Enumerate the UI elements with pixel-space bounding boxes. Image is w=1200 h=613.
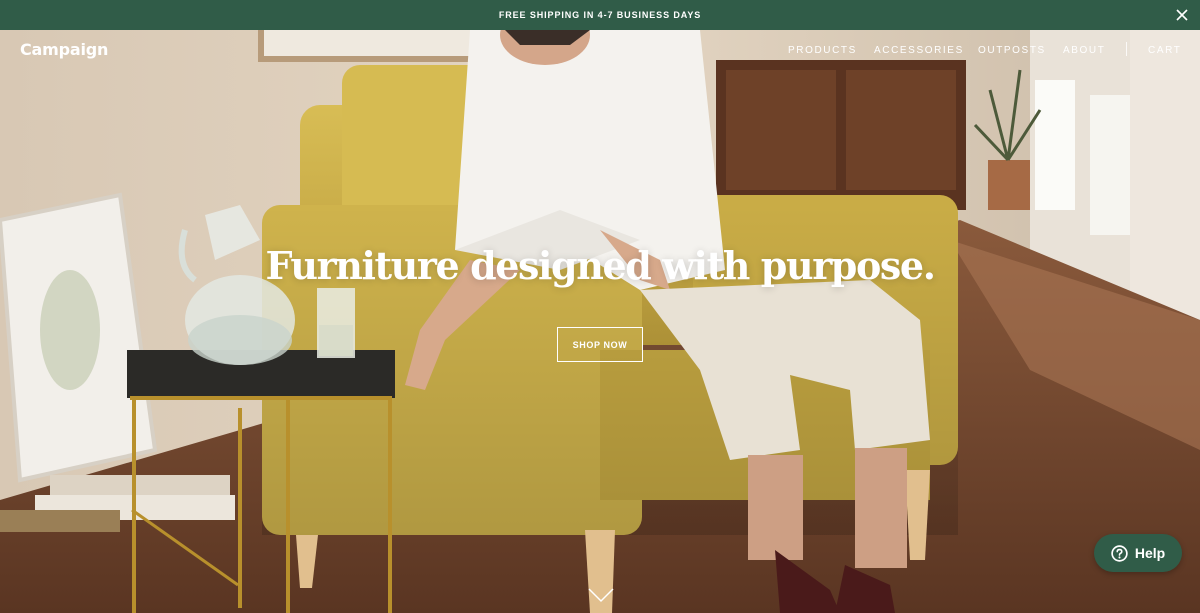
- hero-section: Campaign PRODUCTS ACCESSORIES OUTPOSTS A…: [0, 30, 1200, 613]
- announcement-bar: FREE SHIPPING IN 4-7 BUSINESS DAYS: [0, 0, 1200, 30]
- help-label: Help: [1134, 545, 1166, 561]
- hero-headline: Furniture designed with purpose.: [265, 243, 935, 288]
- close-icon[interactable]: [1175, 8, 1189, 22]
- question-circle-icon: [1111, 544, 1128, 562]
- announcement-text: FREE SHIPPING IN 4-7 BUSINESS DAYS: [498, 10, 702, 20]
- nav-about[interactable]: ABOUT: [1063, 45, 1105, 56]
- logo[interactable]: Campaign: [20, 40, 108, 59]
- nav-cart[interactable]: CART: [1148, 45, 1181, 56]
- hero-image: [0, 30, 1200, 613]
- nav-divider: [1126, 42, 1127, 56]
- shop-now-button[interactable]: SHOP NOW: [557, 327, 643, 362]
- nav-accessories[interactable]: ACCESSORIES: [874, 45, 964, 56]
- chevron-down-icon[interactable]: [588, 587, 614, 603]
- nav-products[interactable]: PRODUCTS: [788, 45, 857, 56]
- nav-outposts[interactable]: OUTPOSTS: [978, 45, 1046, 56]
- help-button[interactable]: Help: [1094, 534, 1182, 572]
